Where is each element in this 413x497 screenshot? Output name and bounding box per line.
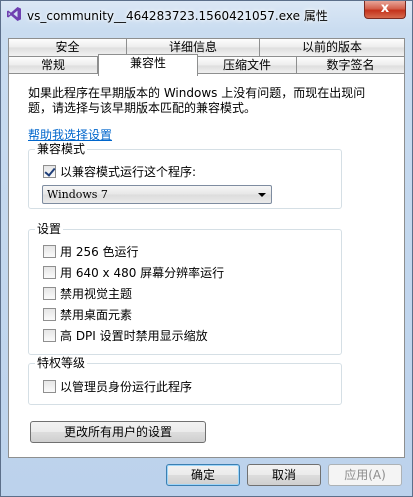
compatibility-mode-title: 兼容模式 — [35, 142, 88, 156]
disable-visual-themes-label: 禁用视觉主题 — [60, 287, 133, 301]
run-in-compatibility-mode-row[interactable]: 以兼容模式运行这个程序: — [43, 164, 196, 180]
settings-title: 设置 — [35, 222, 64, 236]
disable-visual-themes-checkbox[interactable] — [43, 287, 56, 300]
compatibility-mode-group: 兼容模式 以兼容模式运行这个程序: Windows 7 — [28, 142, 342, 209]
os-version-select[interactable]: Windows 7 — [42, 185, 272, 204]
run-as-admin-row[interactable]: 以管理员身份运行此程序 — [43, 379, 192, 395]
cancel-button[interactable]: 取消 — [247, 464, 321, 486]
run-as-admin-label: 以管理员身份运行此程序 — [60, 380, 193, 394]
tab-compatibility[interactable]: 兼容性 — [98, 54, 198, 76]
run-640x480-label: 用 640 x 480 屏幕分辨率运行 — [60, 266, 225, 280]
compatibility-description: 如果此程序在早期版本的 Windows 上没有问题，而现在出现问题，请选择与该早… — [28, 86, 366, 115]
os-version-value: Windows 7 — [47, 188, 108, 201]
window-title: vs_community__464283723.1560421057.exe 属… — [27, 9, 328, 23]
run-in-compatibility-mode-label: 以兼容模式运行这个程序: — [60, 165, 197, 179]
help-choose-settings-link[interactable]: 帮助我选择设置 — [28, 126, 112, 143]
run-in-compatibility-mode-checkbox[interactable] — [43, 165, 56, 178]
close-icon: x — [380, 1, 390, 16]
compatibility-panel: 如果此程序在早期版本的 Windows 上没有问题，而现在出现问题，请选择与该早… — [8, 73, 405, 458]
run-256-colors-row[interactable]: 用 256 色运行 — [43, 244, 139, 260]
disable-desktop-composition-row[interactable]: 禁用桌面元素 — [43, 307, 132, 323]
run-as-admin-checkbox[interactable] — [43, 380, 56, 393]
disable-visual-themes-row[interactable]: 禁用视觉主题 — [43, 286, 132, 302]
apply-button[interactable]: 应用(A) — [328, 464, 402, 486]
privilege-level-group: 特权等级 以管理员身份运行此程序 — [28, 356, 342, 405]
run-256-colors-label: 用 256 色运行 — [60, 245, 139, 259]
ok-button[interactable]: 确定 — [166, 464, 240, 486]
disable-desktop-composition-checkbox[interactable] — [43, 308, 56, 321]
disable-dpi-scaling-label: 高 DPI 设置时禁用显示缩放 — [60, 329, 208, 343]
change-all-users-button[interactable]: 更改所有用户的设置 — [30, 421, 206, 443]
title-bar[interactable]: vs_community__464283723.1560421057.exe 属… — [1, 1, 412, 29]
run-640x480-checkbox[interactable] — [43, 266, 56, 279]
privilege-level-title: 特权等级 — [35, 356, 88, 370]
disable-dpi-scaling-checkbox[interactable] — [43, 329, 56, 342]
visual-studio-app-icon — [7, 7, 21, 21]
close-button[interactable]: x — [364, 1, 406, 19]
run-640x480-row[interactable]: 用 640 x 480 屏幕分辨率运行 — [43, 265, 224, 281]
run-256-colors-checkbox[interactable] — [43, 245, 56, 258]
properties-window: vs_community__464283723.1560421057.exe 属… — [0, 0, 413, 497]
disable-dpi-scaling-row[interactable]: 高 DPI 设置时禁用显示缩放 — [43, 328, 208, 344]
dropdown-arrow-icon — [258, 193, 266, 197]
tab-previous-versions[interactable]: 以前的版本 — [259, 38, 405, 57]
settings-group: 设置 用 256 色运行 用 640 x 480 屏幕分辨率运行 禁用视觉主题 … — [28, 222, 342, 355]
disable-desktop-composition-label: 禁用桌面元素 — [60, 308, 133, 322]
